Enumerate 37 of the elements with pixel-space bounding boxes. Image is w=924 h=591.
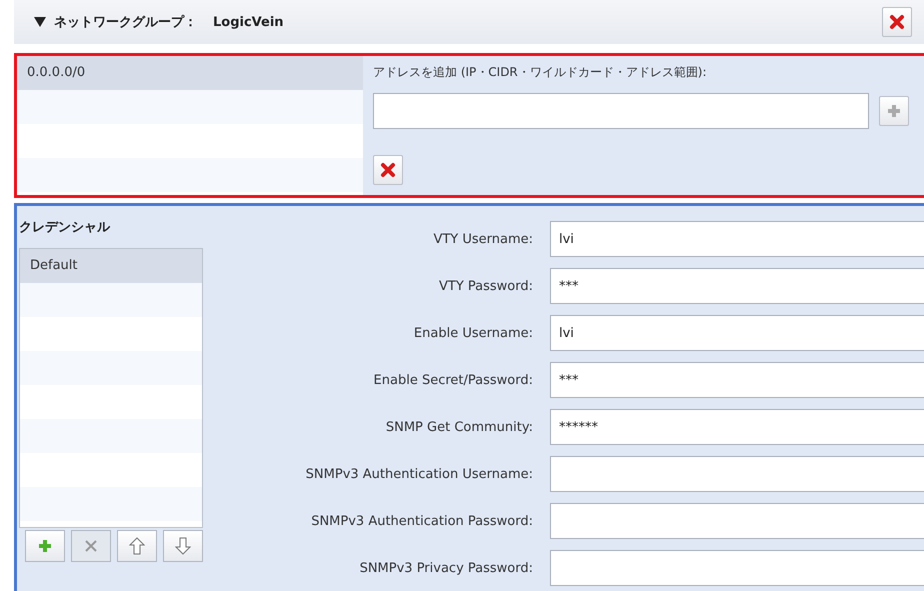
plus-icon [886,103,902,119]
group-name: LogicVein [213,14,285,30]
field-label: SNMPv3 Authentication Username: [304,466,533,482]
text-field[interactable] [550,503,924,539]
up-arrow-icon [129,537,145,555]
field-label: Enable Username: [412,326,533,340]
field-label: VTY Username: [432,232,533,246]
delete-icon [83,538,99,554]
field-label: VTY Password: [438,278,533,294]
text-field[interactable]: lvi [550,221,924,257]
up-button[interactable] [117,530,157,562]
text-field[interactable]: ****** [550,409,924,445]
remove-address-button[interactable] [373,155,403,185]
down-button[interactable] [163,530,203,562]
text-field[interactable]: *** [550,362,924,398]
address-input[interactable] [373,93,869,129]
collapse-triangle-icon[interactable] [34,17,46,27]
delete-icon [380,162,396,178]
close-button[interactable] [882,7,912,37]
add-address-button[interactable] [879,96,909,126]
field-label: SNMP Get Community: [384,420,533,434]
field-label: SNMPv3 Privacy Password: [358,560,533,576]
credentials-title: クレデンシャル [19,219,112,237]
text-field[interactable] [550,456,924,492]
field-label: SNMPv3 Authentication Password: [310,514,533,528]
delete-icon [889,14,905,30]
add-address-label: アドレスを追加 (IP・CIDR・ワイルドカード・アドレス範囲): [373,64,708,81]
text-field[interactable]: *** [550,268,924,304]
credential-item[interactable]: Default [20,249,202,283]
text-field[interactable]: lvi [550,315,924,351]
group-label: ネットワークグループ： [54,14,197,31]
address-item[interactable]: 0.0.0.0/0 [17,56,363,90]
text-field[interactable] [550,550,924,586]
plus-icon [37,538,53,554]
field-label: Enable Secret/Password: [372,372,533,388]
add-button[interactable] [25,530,65,562]
down-arrow-icon [175,537,191,555]
